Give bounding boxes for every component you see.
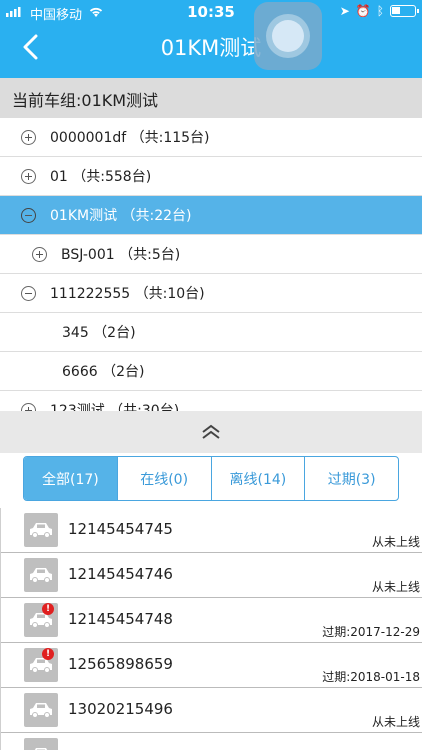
alarm-icon: ⏰ bbox=[355, 4, 371, 18]
alert-icon: ! bbox=[42, 603, 54, 615]
tree-row-label: 01KM测试 （共:22台) bbox=[50, 208, 192, 224]
filter-tab[interactable]: 过期(3) bbox=[305, 457, 398, 500]
assistive-touch-button[interactable] bbox=[254, 2, 322, 70]
vehicle-list: 12145454745 从未上线 12145454746 从未上线! 121454547… bbox=[0, 508, 422, 750]
vehicle-row[interactable] bbox=[1, 733, 422, 750]
double-chevron-up-icon bbox=[202, 424, 220, 439]
filter-tab[interactable]: 在线(0) bbox=[118, 457, 212, 500]
filter-tab[interactable]: 全部(17) bbox=[24, 457, 118, 500]
car-icon bbox=[24, 558, 58, 592]
car-icon bbox=[24, 738, 58, 750]
vehicle-row[interactable]: ! 12145454748 过期:2017-12-29 bbox=[1, 598, 422, 643]
status-bar: 中国移动 10:35 ➤ ⏰ ᛒ bbox=[0, 0, 422, 24]
tree-row-label: 111222555 （共:10台) bbox=[50, 286, 205, 302]
tree-row-label: 01 （共:558台) bbox=[50, 169, 152, 185]
alert-icon: ! bbox=[42, 648, 54, 660]
expand-icon[interactable] bbox=[32, 246, 47, 262]
car-icon: ! bbox=[24, 603, 58, 637]
vehicle-plate: 12145454748 bbox=[68, 610, 173, 628]
car-icon bbox=[24, 513, 58, 547]
location-icon: ➤ bbox=[339, 4, 350, 18]
current-group-label: 当前车组:01KM测试 bbox=[0, 78, 422, 118]
expand-icon[interactable] bbox=[21, 402, 36, 411]
vehicle-row[interactable]: ! 12565898659 过期:2018-01-18 bbox=[1, 643, 422, 688]
car-icon bbox=[24, 693, 58, 727]
bluetooth-icon: ᛒ bbox=[376, 4, 384, 18]
tree-row-label: 123测试 （共:30台) bbox=[50, 403, 180, 411]
vehicle-plate: 12145454746 bbox=[68, 565, 173, 583]
collapse-icon[interactable] bbox=[21, 285, 36, 301]
tree-row[interactable]: BSJ-001 （共:5台) bbox=[0, 235, 422, 274]
vehicle-row[interactable]: 12145454745 从未上线 bbox=[1, 508, 422, 553]
vehicle-status: 过期:2018-01-18 bbox=[322, 670, 420, 684]
expand-icon[interactable] bbox=[21, 129, 36, 145]
tree-row[interactable]: 345 （2台) bbox=[0, 313, 422, 352]
vehicle-status: 从未上线 bbox=[371, 715, 420, 729]
tree-row[interactable]: 01KM测试 （共:22台) bbox=[0, 196, 422, 235]
tree-row[interactable]: 111222555 （共:10台) bbox=[0, 274, 422, 313]
filter-tabs: 全部(17) 在线(0) 离线(14) 过期(3) bbox=[23, 456, 399, 501]
page-title: 01KM测试 bbox=[160, 36, 262, 60]
vehicle-row[interactable]: 13020215496 从未上线 bbox=[1, 688, 422, 733]
tree-row[interactable]: 6666 （2台) bbox=[0, 352, 422, 391]
vehicle-status: 过期:2017-12-29 bbox=[322, 625, 420, 639]
vehicle-plate: 12565898659 bbox=[68, 655, 173, 673]
vehicle-row[interactable]: 12145454746 从未上线 bbox=[1, 553, 422, 598]
vehicle-plate: 13020215496 bbox=[68, 700, 173, 718]
tree-row[interactable]: 01 （共:558台) bbox=[0, 157, 422, 196]
collapse-icon[interactable] bbox=[21, 207, 36, 223]
vehicle-status: 从未上线 bbox=[371, 535, 420, 549]
tree-row[interactable]: 123测试 （共:30台) bbox=[0, 391, 422, 411]
collapse-handle[interactable] bbox=[0, 411, 422, 453]
battery-icon bbox=[390, 5, 419, 17]
tree-row[interactable]: 0000001df （共:115台) bbox=[0, 118, 422, 157]
car-icon: ! bbox=[24, 648, 58, 682]
vehicle-status: 从未上线 bbox=[371, 580, 420, 594]
vehicle-plate: 12145454745 bbox=[68, 520, 173, 538]
expand-icon[interactable] bbox=[21, 168, 36, 184]
tree-row-label: 345 （2台) bbox=[62, 325, 136, 341]
filter-tab[interactable]: 离线(14) bbox=[212, 457, 306, 500]
tree-row-label: BSJ-001 （共:5台) bbox=[61, 247, 181, 263]
top-bar: 中国移动 10:35 ➤ ⏰ ᛒ 01KM测试 bbox=[0, 0, 422, 78]
tree-row-label: 6666 （2台) bbox=[62, 364, 145, 380]
tree-row-label: 0000001df （共:115台) bbox=[50, 130, 210, 146]
group-tree: 0000001df （共:115台) 01 （共:558台) 01KM测试 （共:2… bbox=[0, 118, 422, 411]
